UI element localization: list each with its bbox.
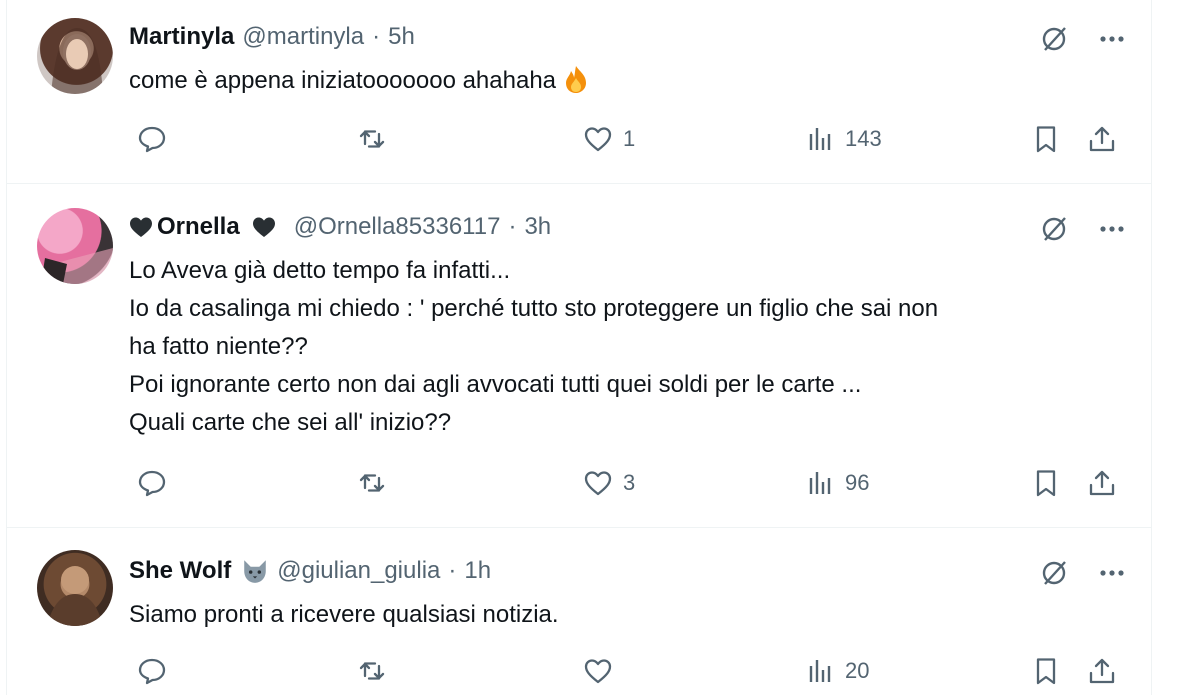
tweet-header: Ornella @Ornella85336117 · 3h: [129, 212, 551, 242]
grok-icon[interactable]: [1039, 558, 1069, 588]
like-count: 3: [623, 470, 636, 495]
grok-icon[interactable]: [1039, 214, 1069, 244]
share-button[interactable]: [1087, 468, 1117, 498]
tweet[interactable]: She Wolf @giulian_giulia · 1h Siamo pron…: [7, 528, 1151, 695]
bookmark-icon: [1036, 470, 1056, 497]
reply-icon: [138, 126, 166, 153]
retweet-button[interactable]: [357, 124, 397, 154]
heart-icon: [584, 127, 612, 152]
retweet-button[interactable]: [357, 468, 397, 498]
bookmark-icon: [1036, 126, 1056, 153]
separator-dot: ·: [372, 23, 381, 50]
like-button[interactable]: 1: [583, 124, 635, 154]
bookmark-button[interactable]: [1031, 124, 1061, 154]
grok-icon[interactable]: [1039, 24, 1069, 54]
views-icon: [809, 472, 831, 494]
tweet-text: come è appena iniziatooooooo ahahaha: [129, 62, 1129, 100]
bookmark-button[interactable]: [1031, 468, 1061, 498]
tweet-actions: 1 143: [129, 124, 1129, 164]
tweet-text: Siamo pronti a ricevere qualsiasi notizi…: [129, 601, 559, 628]
avatar[interactable]: [37, 18, 113, 94]
tweet[interactable]: Martinyla @martinyla · 5h come è appena …: [7, 0, 1151, 184]
reply-icon: [138, 470, 166, 497]
timestamp[interactable]: 5h: [388, 22, 415, 52]
retweet-icon: [359, 130, 385, 148]
tweet-top-actions: [1039, 214, 1125, 244]
share-icon: [1089, 470, 1115, 496]
display-name[interactable]: Ornella: [129, 212, 276, 242]
views-icon: [809, 128, 831, 150]
avatar[interactable]: [37, 208, 113, 284]
reply-button[interactable]: [137, 468, 177, 498]
tweet-text: Lo Aveva già detto tempo fa infatti... I…: [129, 257, 939, 436]
like-button[interactable]: [583, 656, 623, 686]
user-handle[interactable]: @Ornella85336117: [294, 212, 501, 242]
tweet-header: Martinyla @martinyla · 5h: [129, 22, 415, 52]
tweet-actions: 20: [129, 656, 1129, 696]
reply-button[interactable]: [137, 124, 177, 154]
share-button[interactable]: [1087, 124, 1117, 154]
bookmark-icon: [1036, 658, 1056, 685]
more-options-icon[interactable]: [1099, 34, 1125, 44]
bookmark-button[interactable]: [1031, 656, 1061, 686]
view-count: 96: [845, 470, 870, 495]
retweet-icon: [359, 662, 385, 680]
like-count: 1: [623, 126, 636, 151]
black-heart-icon: [130, 217, 152, 237]
views-button[interactable]: 20: [805, 656, 869, 686]
tweet-top-actions: [1039, 558, 1125, 588]
black-heart-icon: [252, 217, 275, 237]
separator-dot: ·: [448, 557, 457, 584]
separator-dot: ·: [508, 213, 517, 240]
view-count: 20: [845, 658, 870, 683]
heart-icon: [584, 471, 612, 496]
retweet-button[interactable]: [357, 656, 397, 686]
share-button[interactable]: [1087, 656, 1117, 686]
avatar[interactable]: [37, 550, 113, 626]
views-button[interactable]: 143: [805, 124, 882, 154]
display-name[interactable]: Martinyla: [129, 22, 234, 52]
views-button[interactable]: 96: [805, 468, 869, 498]
fire-icon: [566, 66, 587, 93]
user-handle[interactable]: @giulian_giulia: [277, 556, 440, 586]
share-icon: [1089, 658, 1115, 684]
like-button[interactable]: 3: [583, 468, 635, 498]
heart-icon: [584, 659, 612, 684]
tweet[interactable]: Ornella @Ornella85336117 · 3h Lo Aveva g…: [7, 184, 1151, 528]
tweet-actions: 3 96: [129, 468, 1129, 508]
tweet-top-actions: [1039, 24, 1125, 54]
more-options-icon[interactable]: [1099, 224, 1125, 234]
retweet-icon: [359, 474, 385, 492]
reply-button[interactable]: [137, 656, 177, 686]
reply-feed: Martinyla @martinyla · 5h come è appena …: [6, 0, 1152, 695]
tweet-header: She Wolf @giulian_giulia · 1h: [129, 556, 491, 586]
reply-icon: [138, 658, 166, 685]
display-name[interactable]: She Wolf: [129, 556, 269, 586]
share-icon: [1089, 126, 1115, 152]
view-count: 143: [845, 126, 882, 151]
more-options-icon[interactable]: [1099, 568, 1125, 578]
timestamp[interactable]: 3h: [524, 212, 551, 242]
views-icon: [809, 660, 831, 682]
wolf-emoji-icon: [244, 560, 267, 583]
user-handle[interactable]: @martinyla: [242, 22, 364, 52]
timestamp[interactable]: 1h: [464, 556, 491, 586]
